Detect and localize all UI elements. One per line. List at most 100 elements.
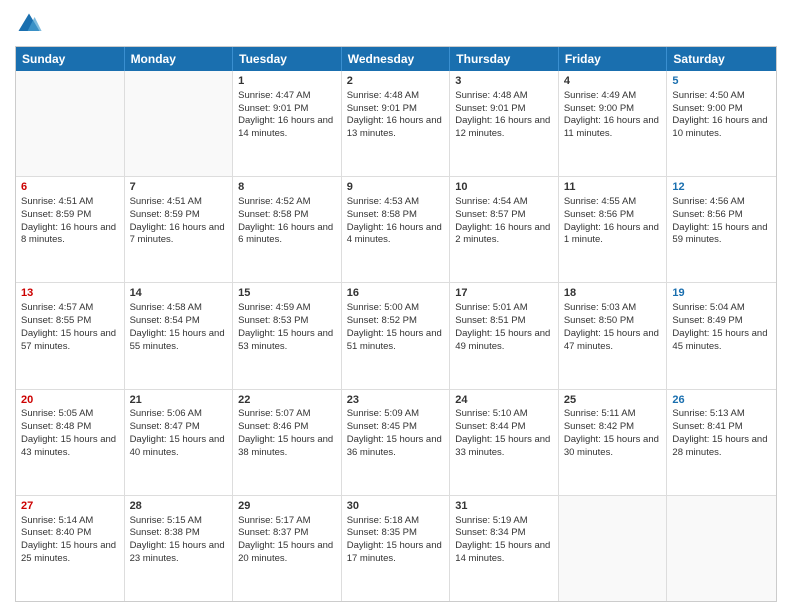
calendar-row-1: 1Sunrise: 4:47 AMSunset: 9:01 PMDaylight… (16, 71, 776, 176)
sunset-text: Sunset: 8:56 PM (672, 209, 742, 220)
calendar-row-4: 20Sunrise: 5:05 AMSunset: 8:48 PMDayligh… (16, 389, 776, 495)
day-number: 12 (672, 180, 771, 195)
header-day-wednesday: Wednesday (342, 47, 451, 71)
sunrise-text: Sunrise: 4:55 AM (564, 196, 636, 207)
header-day-friday: Friday (559, 47, 668, 71)
calendar-cell: 30Sunrise: 5:18 AMSunset: 8:35 PMDayligh… (342, 496, 451, 601)
sunrise-text: Sunrise: 5:05 AM (21, 408, 93, 419)
sunrise-text: Sunrise: 4:56 AM (672, 196, 744, 207)
sunset-text: Sunset: 8:56 PM (564, 209, 634, 220)
header (15, 10, 777, 38)
calendar-cell: 11Sunrise: 4:55 AM Sunset: 8:56 PM Dayligh… (559, 177, 668, 282)
daylight-text: Daylight: 15 hours and 33 minutes. (455, 434, 550, 458)
sunrise-text: Sunrise: 4:48 AM (455, 90, 527, 101)
calendar-cell: 7Sunrise: 4:51 AMSunset: 8:59 PMDaylight… (125, 177, 234, 282)
day-number: 19 (672, 286, 771, 301)
header-day-monday: Monday (125, 47, 234, 71)
sunrise-text: Sunrise: 5:13 AM (672, 408, 744, 419)
daylight-text: Daylight: 15 hours and 57 minutes. (21, 328, 116, 352)
calendar-row-3: 13Sunrise: 4:57 AMSunset: 8:55 PMDayligh… (16, 282, 776, 388)
daylight-text: Daylight: 16 hours and 2 minutes. (455, 222, 550, 246)
sunrise-text: Sunrise: 4:48 AM (347, 90, 419, 101)
calendar-cell: 21Sunrise: 5:06 AM Sunset: 8:47 PM Dayligh… (125, 390, 234, 495)
daylight-text: Daylight: 16 hours and 7 minutes. (130, 222, 225, 246)
daylight-text: Daylight: 16 hours and 4 minutes. (347, 222, 442, 246)
calendar-cell: 4Sunrise: 4:49 AMSunset: 9:00 PMDaylight… (559, 71, 668, 176)
daylight-text: Daylight: 16 hours and 8 minutes. (21, 222, 116, 246)
sunset-text: Sunset: 9:00 PM (672, 103, 742, 114)
calendar-cell: 10Sunrise: 4:54 AMSunset: 8:57 PMDayligh… (450, 177, 559, 282)
sunset-text: Sunset: 8:58 PM (238, 209, 308, 220)
sunrise-text: Sunrise: 4:54 AM (455, 196, 527, 207)
sunset-text: Sunset: 8:35 PM (347, 527, 417, 538)
calendar-row-5: 27Sunrise: 5:14 AMSunset: 8:40 PMDayligh… (16, 495, 776, 601)
calendar-cell: 12Sunrise: 4:56 AMSunset: 8:56 PMDayligh… (667, 177, 776, 282)
sunset-text: Sunset: 9:01 PM (238, 103, 308, 114)
day-number: 31 (455, 499, 553, 514)
sunrise-text: Sunrise: 5:17 AM (238, 515, 310, 526)
sunrise-text: Sunrise: 4:50 AM (672, 90, 744, 101)
sunrise-text: Sunrise: 4:59 AM (238, 302, 310, 313)
daylight-text: Daylight: 15 hours and 45 minutes. (672, 328, 767, 352)
sunrise-text: Sunrise: 4:51 AM (21, 196, 93, 207)
daylight-text: Daylight: 15 hours and 43 minutes. (21, 434, 116, 458)
sunset-text: Sunset: 8:53 PM (238, 315, 308, 326)
calendar-cell: 18Sunrise: 5:03 AMSunset: 8:50 PMDayligh… (559, 283, 668, 388)
day-number: 21 (130, 393, 228, 408)
day-number: 11 (564, 180, 662, 195)
calendar-cell: 29Sunrise: 5:17 AMSunset: 8:37 PMDayligh… (233, 496, 342, 601)
calendar-cell: 16Sunrise: 5:00 AMSunset: 8:52 PMDayligh… (342, 283, 451, 388)
sunset-text: Sunset: 8:44 PM (455, 421, 525, 432)
calendar-cell: 6Sunrise: 4:51 AMSunset: 8:59 PMDaylight… (16, 177, 125, 282)
sunrise-text: Sunrise: 4:52 AM (238, 196, 310, 207)
daylight-text: Daylight: 15 hours and 25 minutes. (21, 540, 116, 564)
daylight-text: Daylight: 15 hours and 55 minutes. (130, 328, 225, 352)
calendar-header: SundayMondayTuesdayWednesdayThursdayFrid… (16, 47, 776, 71)
header-day-thursday: Thursday (450, 47, 559, 71)
sunset-text: Sunset: 8:49 PM (672, 315, 742, 326)
sunrise-text: Sunrise: 5:03 AM (564, 302, 636, 313)
sunset-text: Sunset: 9:00 PM (564, 103, 634, 114)
daylight-text: Daylight: 15 hours and 23 minutes. (130, 540, 225, 564)
sunrise-text: Sunrise: 5:06 AM (130, 408, 202, 419)
sunrise-text: Sunrise: 5:09 AM (347, 408, 419, 419)
sunset-text: Sunset: 8:42 PM (564, 421, 634, 432)
day-number: 24 (455, 393, 553, 408)
sunset-text: Sunset: 8:57 PM (455, 209, 525, 220)
calendar-cell: 20Sunrise: 5:05 AMSunset: 8:48 PMDayligh… (16, 390, 125, 495)
sunset-text: Sunset: 8:50 PM (564, 315, 634, 326)
calendar-row-2: 6Sunrise: 4:51 AMSunset: 8:59 PMDaylight… (16, 176, 776, 282)
header-day-sunday: Sunday (16, 47, 125, 71)
sunset-text: Sunset: 8:37 PM (238, 527, 308, 538)
calendar-cell: 13Sunrise: 4:57 AMSunset: 8:55 PMDayligh… (16, 283, 125, 388)
calendar: SundayMondayTuesdayWednesdayThursdayFrid… (15, 46, 777, 602)
daylight-text: Daylight: 16 hours and 12 minutes. (455, 115, 550, 139)
sunset-text: Sunset: 8:47 PM (130, 421, 200, 432)
sunrise-text: Sunrise: 4:58 AM (130, 302, 202, 313)
sunrise-text: Sunrise: 5:07 AM (238, 408, 310, 419)
day-number: 1 (238, 74, 336, 89)
day-number: 16 (347, 286, 445, 301)
daylight-text: Daylight: 15 hours and 40 minutes. (130, 434, 225, 458)
daylight-text: Daylight: 15 hours and 20 minutes. (238, 540, 333, 564)
daylight-text: Daylight: 16 hours and 10 minutes. (672, 115, 767, 139)
daylight-text: Daylight: 15 hours and 51 minutes. (347, 328, 442, 352)
sunset-text: Sunset: 8:59 PM (130, 209, 200, 220)
calendar-cell: 23Sunrise: 5:09 AMSunset: 8:45 PMDayligh… (342, 390, 451, 495)
calendar-cell: 19Sunrise: 5:04 AM Sunset: 8:49 PM Dayligh… (667, 283, 776, 388)
calendar-cell: 25Sunrise: 5:11 AMSunset: 8:42 PMDayligh… (559, 390, 668, 495)
day-number: 7 (130, 180, 228, 195)
sunrise-text: Sunrise: 5:00 AM (347, 302, 419, 313)
daylight-text: Daylight: 16 hours and 1 minute. (564, 222, 659, 246)
day-number: 28 (130, 499, 228, 514)
sunrise-text: Sunrise: 5:04 AM (672, 302, 744, 313)
calendar-cell: 15Sunrise: 4:59 AM Sunset: 8:53 PM Dayligh… (233, 283, 342, 388)
sunset-text: Sunset: 8:38 PM (130, 527, 200, 538)
calendar-cell: 24Sunrise: 5:10 AMSunset: 8:44 PMDayligh… (450, 390, 559, 495)
calendar-cell: 28Sunrise: 5:15 AMSunset: 8:38 PMDayligh… (125, 496, 234, 601)
day-number: 15 (238, 286, 336, 301)
calendar-cell: 22Sunrise: 5:07 AMSunset: 8:46 PMDayligh… (233, 390, 342, 495)
sunset-text: Sunset: 8:41 PM (672, 421, 742, 432)
daylight-text: Daylight: 15 hours and 53 minutes. (238, 328, 333, 352)
daylight-text: Daylight: 15 hours and 30 minutes. (564, 434, 659, 458)
